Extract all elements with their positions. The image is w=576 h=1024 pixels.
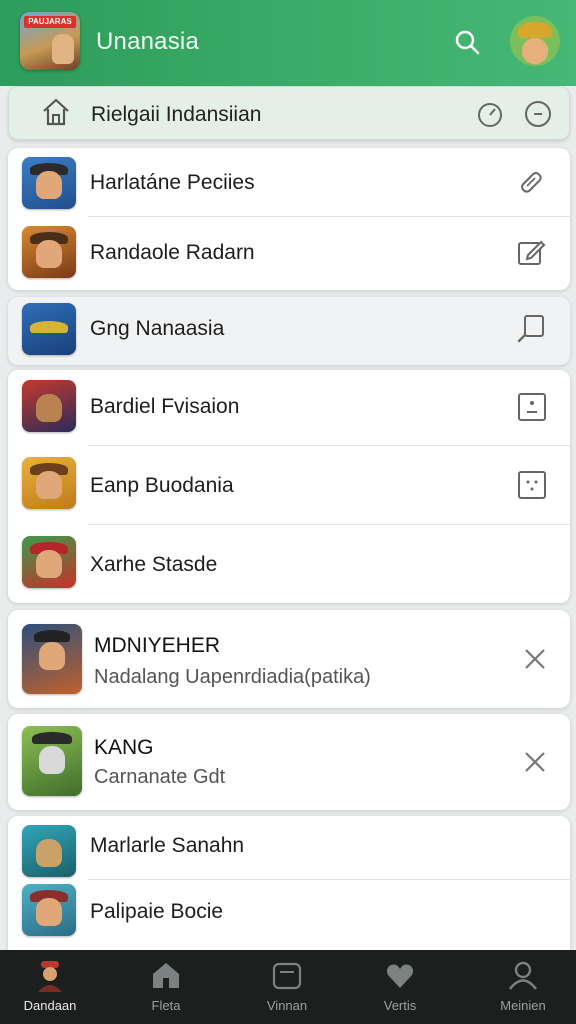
nav-item-favorites[interactable]: Vertis: [350, 950, 450, 1024]
logo-banner: PAUJARAS: [24, 16, 76, 28]
gamepad-icon: [272, 962, 302, 990]
person-icon: [509, 961, 537, 990]
nav-item-profile[interactable]: Dandaan: [0, 950, 100, 1024]
search-box-icon[interactable]: [514, 311, 548, 345]
list-item[interactable]: Palipaie Bocie: [8, 880, 570, 956]
list-group: Marlarle Sanahn Palipaie Bocie: [8, 816, 570, 956]
edit-pen-icon[interactable]: [514, 165, 548, 199]
list-item[interactable]: Eanp Buodania: [8, 446, 570, 525]
badge-icon[interactable]: [515, 468, 549, 502]
notification-thumbnail: [22, 624, 82, 694]
avatar[interactable]: [510, 16, 560, 66]
list-group: Bardiel Fvisaion Eanp Buodania Xarhe Sta…: [8, 370, 570, 603]
list-item[interactable]: Xarhe Stasde: [8, 525, 570, 603]
list-item[interactable]: Bardiel Fvisaion: [8, 370, 570, 446]
game-thumbnail: [22, 303, 76, 355]
game-thumbnail: [22, 157, 76, 209]
app-header: PAUJARAS Unanasia: [0, 0, 576, 86]
list-item-label: Harlatáne Peciies: [90, 171, 255, 194]
list-item-label: Marlarle Sanahn: [90, 834, 245, 857]
list-item[interactable]: Marlarle Sanahn: [8, 816, 570, 880]
search-icon: [455, 30, 480, 55]
edit-box-icon[interactable]: [514, 235, 548, 269]
list-group: Harlatáne Peciies Randaole Radarn: [8, 148, 570, 290]
contact-card-icon[interactable]: [515, 390, 549, 424]
close-icon[interactable]: [518, 745, 552, 779]
notification-card[interactable]: KANG Carnanate Gdt: [8, 714, 570, 810]
refresh-icon[interactable]: [475, 99, 505, 129]
game-thumbnail: [22, 536, 76, 588]
list-item-label: Eanp Buodania: [90, 474, 234, 497]
list-item-label: Xarhe Stasde: [90, 553, 218, 576]
home-icon: [153, 963, 179, 988]
nav-label: Dandaan: [23, 998, 77, 1013]
nav-item-games[interactable]: Vinnan: [237, 950, 337, 1024]
nav-item-home[interactable]: Fleta: [116, 950, 216, 1024]
game-thumbnail: [22, 226, 76, 278]
notification-title: KANG: [94, 736, 154, 759]
profile-avatar-icon: [38, 961, 62, 992]
notification-subtitle: Carnanate Gdt: [94, 766, 226, 788]
list-item-label: Bardiel Fvisaion: [90, 395, 240, 418]
notification-subtitle: Nadalang Uapenrdiadia(patika): [94, 666, 371, 688]
avatar-hat: [518, 22, 552, 38]
app-logo[interactable]: PAUJARAS: [20, 12, 80, 70]
game-thumbnail: [22, 884, 76, 936]
bottom-navigation: Dandaan Fleta Vinnan Vertis Meinien: [0, 950, 576, 1024]
breadcrumb[interactable]: Rielgaii Indansiian: [8, 86, 570, 140]
list-item[interactable]: Harlatáne Peciies: [8, 148, 570, 217]
nav-label: Vertis: [383, 998, 417, 1013]
nav-label: Meinien: [500, 998, 546, 1013]
app-title: Unanasia: [96, 28, 200, 55]
logo-character: [52, 34, 74, 64]
game-thumbnail: [22, 825, 76, 877]
list-group: Gng Nanaasia: [8, 297, 570, 365]
game-thumbnail: [22, 457, 76, 509]
nav-label: Vinnan: [266, 998, 308, 1013]
game-thumbnail: [22, 380, 76, 432]
notification-thumbnail: [22, 726, 82, 796]
list-item-label: Randaole Radarn: [90, 241, 255, 264]
list-item[interactable]: Randaole Radarn: [8, 217, 570, 290]
notification-card[interactable]: MDNIYEHER Nadalang Uapenrdiadia(patika): [8, 610, 570, 708]
timer-icon[interactable]: [523, 99, 553, 129]
breadcrumb-text: Rielgaii Indansiian: [91, 103, 262, 126]
list-item-label: Gng Nanaasia: [90, 317, 225, 340]
home-icon[interactable]: [39, 95, 73, 129]
search-button[interactable]: [450, 26, 484, 60]
nav-item-account[interactable]: Meinien: [473, 950, 573, 1024]
list-item[interactable]: Gng Nanaasia: [8, 297, 570, 365]
list-item-label: Palipaie Bocie: [90, 900, 224, 923]
close-icon[interactable]: [518, 642, 552, 676]
heart-icon: [387, 964, 413, 988]
nav-label: Fleta: [151, 998, 181, 1013]
notification-title: MDNIYEHER: [94, 634, 221, 657]
